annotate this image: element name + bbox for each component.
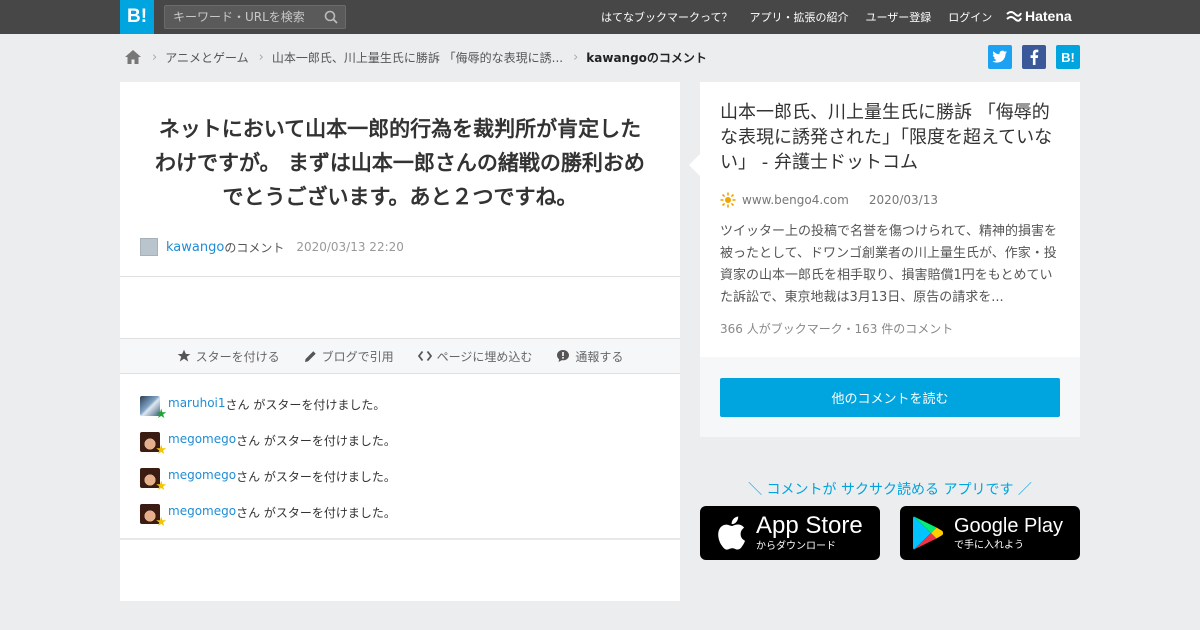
site-domain[interactable]: www.bengo4.com — [742, 193, 849, 207]
top-bar: B! はてなブックマークって？ アプリ・拡張の紹介 ユーザー登録 ログイン Ha… — [0, 0, 1200, 34]
star-user[interactable]: megomego — [168, 504, 236, 518]
nav-about[interactable]: はてなブックマークって？ — [601, 9, 732, 25]
chevron-right-icon: › — [258, 49, 264, 65]
entry-date: 2020/03/13 — [868, 193, 938, 207]
breadcrumb-current: kawangoのコメント — [586, 50, 707, 65]
embed-label: ページに埋め込む — [436, 349, 533, 364]
chevron-right-icon: › — [152, 49, 158, 65]
avatar[interactable]: ★ — [140, 432, 167, 457]
google-play-title: Google Play — [954, 514, 1063, 537]
avatar[interactable]: ★ — [140, 396, 167, 421]
list-item: ★ megomego さん がスターを付けました。 — [140, 504, 396, 540]
comment-actions: スターを付ける ブログで引用 ページに埋め込む 通報する — [120, 338, 680, 374]
hatebu-share-button[interactable]: B! — [1056, 45, 1080, 69]
star-text: さん がスターを付けました。 — [236, 434, 396, 448]
report-button[interactable]: 通報する — [556, 348, 623, 365]
search-icon[interactable] — [324, 10, 338, 24]
breadcrumb: › アニメとゲーム › 山本一郎氏、川上量生氏に勝訴 「侮辱的な表現に誘... … — [124, 47, 707, 67]
star-user[interactable]: maruhoi1 — [168, 396, 226, 410]
report-icon — [557, 350, 570, 362]
bookmark-counts[interactable]: 366 人がブックマーク・163 件のコメント — [720, 320, 953, 337]
facebook-share-button[interactable] — [1022, 45, 1046, 69]
yellow-star-icon: ★ — [155, 479, 167, 494]
nav-login[interactable]: ログイン — [948, 9, 992, 25]
nav-register[interactable]: ユーザー登録 — [865, 9, 931, 25]
entry-site: www.bengo4.com 2020/03/13 — [720, 192, 938, 208]
apple-icon — [718, 516, 745, 550]
entry-card: 山本一郎氏、川上量生氏に勝訴 「侮辱的な表現に誘発された」「限度を超えていない」… — [689, 82, 1080, 437]
hatena-bookmark-logo[interactable]: B! — [120, 0, 154, 34]
star-icon — [177, 349, 190, 362]
avatar[interactable]: ★ — [140, 468, 167, 493]
star-list: ★ maruhoi1 さん がスターを付けました。 ★ megomego さん がス… — [140, 396, 396, 540]
green-star-icon: ★ — [155, 407, 167, 422]
chevron-right-icon: › — [573, 49, 579, 65]
nav-apps[interactable]: アプリ・拡張の紹介 — [749, 9, 848, 25]
star-text: さん がスターを付けました。 — [236, 470, 396, 484]
list-item: ★ maruhoi1 さん がスターを付けました。 — [140, 396, 396, 432]
star-text: さん がスターを付けました。 — [225, 398, 386, 412]
entry-title[interactable]: 山本一郎氏、川上量生氏に勝訴 「侮辱的な表現に誘発された」「限度を超えていない」… — [720, 100, 1065, 175]
add-star-label: スターを付ける — [195, 349, 280, 364]
pencil-icon — [304, 350, 316, 362]
entry-card-footer: 他のコメントを読む — [700, 357, 1080, 437]
yellow-star-icon: ★ — [155, 443, 167, 458]
code-icon — [417, 350, 432, 362]
blog-quote-label: ブログで引用 — [321, 349, 394, 364]
report-label: 通報する — [575, 349, 624, 364]
search-input[interactable] — [165, 6, 315, 28]
comment-text: ネットにおいて山本一郎的行為を裁判所が肯定したわけですが。 まずは山本一郎さんの… — [155, 117, 645, 209]
list-item: ★ megomego さん がスターを付けました。 — [140, 468, 396, 504]
list-item: ★ megomego さん がスターを付けました。 — [140, 432, 396, 468]
app-store-title: App Store — [756, 511, 863, 539]
home-icon[interactable] — [124, 49, 142, 65]
star-user[interactable]: megomego — [168, 468, 236, 482]
add-star-button[interactable]: スターを付ける — [177, 348, 280, 365]
facebook-icon — [1030, 49, 1039, 65]
google-play-button[interactable]: Google Play で手に入れよう — [900, 506, 1080, 560]
app-promo-text: ＼ コメントが サクサク読める アプリです ／ — [748, 482, 1032, 498]
star-user[interactable]: megomego — [168, 432, 236, 446]
divider — [120, 538, 680, 540]
divider — [120, 276, 680, 277]
entry-summary: ツイッター上の投稿で名誉を傷つけられて、精神的損害を被ったとして、ドワンゴ創業者… — [720, 224, 1057, 305]
yellow-star-icon: ★ — [155, 515, 167, 530]
breadcrumb-entry[interactable]: 山本一郎氏、川上量生氏に勝訴 「侮辱的な表現に誘... — [272, 49, 563, 66]
comment-user[interactable]: kawango — [166, 240, 224, 255]
card-pointer — [689, 154, 700, 176]
embed-button[interactable]: ページに埋め込む — [417, 348, 533, 365]
comment-date[interactable]: 2020/03/13 22:20 — [296, 240, 404, 254]
avatar[interactable]: ★ — [140, 504, 167, 529]
twitter-share-button[interactable] — [988, 45, 1012, 69]
hatena-wave-icon — [1006, 11, 1022, 22]
twitter-icon — [992, 50, 1007, 63]
breadcrumb-category[interactable]: アニメとゲーム — [165, 49, 248, 66]
comment-suffix: のコメント — [224, 240, 285, 255]
hatena-brand-label: Hatena — [1025, 8, 1072, 24]
hatena-brand[interactable]: Hatena — [1006, 8, 1072, 24]
search-box[interactable] — [164, 5, 346, 29]
site-favicon-icon — [720, 192, 736, 208]
top-nav: はてなブックマークって？ アプリ・拡張の紹介 ユーザー登録 ログイン — [584, 0, 992, 34]
comment-card: ネットにおいて山本一郎的行為を裁判所が肯定したわけですが。 まずは山本一郎さんの… — [120, 82, 680, 601]
comment-byline: kawango のコメント 2020/03/13 22:20 — [140, 238, 404, 256]
blog-quote-button[interactable]: ブログで引用 — [304, 348, 394, 365]
app-store-button[interactable]: App Store からダウンロード — [700, 506, 880, 560]
star-text: さん がスターを付けました。 — [236, 506, 396, 520]
app-store-subtitle: からダウンロード — [756, 540, 836, 552]
read-more-comments-button[interactable]: 他のコメントを読む — [720, 378, 1060, 417]
google-play-icon — [913, 516, 944, 550]
avatar[interactable] — [140, 238, 158, 256]
google-play-subtitle: で手に入れよう — [954, 539, 1024, 551]
